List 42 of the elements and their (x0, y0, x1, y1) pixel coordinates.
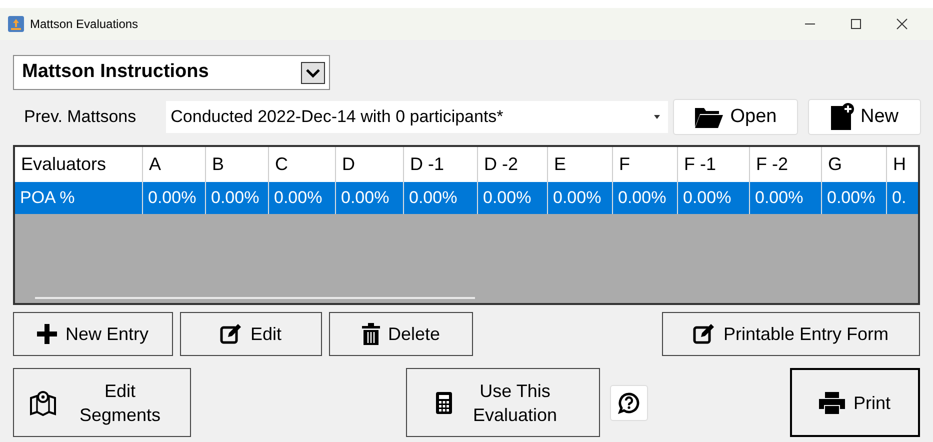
table-cell: 0.00% (822, 182, 887, 214)
table-cell: 0.00% (613, 182, 678, 214)
table-cell: 0.00% (143, 182, 206, 214)
print-button[interactable]: Print (790, 368, 920, 437)
new-entry-button[interactable]: New Entry (13, 312, 173, 356)
new-button[interactable]: New (808, 99, 921, 135)
edit-icon (220, 324, 242, 344)
maximize-icon[interactable] (850, 18, 862, 30)
table-cell: 0.00% (206, 182, 269, 214)
table-row[interactable]: POA % 0.00% 0.00% 0.00% 0.00% 0.00% 0.00% 0.00% 0.00% 0.00% 0.00% 0.00% 0. (15, 182, 918, 214)
dropdown-arrow-icon (654, 115, 660, 119)
open-button[interactable]: Open (673, 99, 798, 135)
table-cell: 0.00% (269, 182, 336, 214)
edit-button[interactable]: Edit (180, 312, 322, 356)
plus-icon (37, 324, 58, 344)
instructions-dropdown[interactable]: Mattson Instructions (13, 55, 330, 90)
prev-mattsons-combo[interactable]: Conducted 2022-Dec-14 with 0 participants* (166, 101, 668, 133)
new-document-icon (830, 103, 854, 131)
calculator-icon (436, 392, 452, 414)
edit-segments-button[interactable]: Edit Segments (13, 368, 191, 437)
use-evaluation-button[interactable]: Use This Evaluation (406, 368, 600, 437)
prev-mattsons-label: Prev. Mattsons (24, 106, 138, 128)
table-cell: 0.00% (548, 182, 613, 214)
table-cell: 0.00% (404, 182, 478, 214)
table-cell: 0.00% (750, 182, 822, 214)
folder-icon (694, 105, 724, 129)
table-cell: 0.00% (478, 182, 548, 214)
app-icon (8, 16, 24, 32)
help-button[interactable] (610, 384, 648, 420)
table-cell: 0. (887, 182, 918, 214)
help-icon (618, 392, 640, 414)
map-icon (29, 390, 57, 416)
printer-icon (819, 392, 846, 414)
edit-icon (693, 324, 716, 344)
delete-button[interactable]: Delete (329, 312, 473, 356)
table-cell: 0.00% (678, 182, 750, 214)
printable-form-button[interactable]: Printable Entry Form (662, 312, 920, 356)
table-cell: POA % (15, 182, 143, 214)
window-title: Mattson Evaluations (30, 16, 138, 33)
trash-icon (362, 323, 380, 345)
close-icon[interactable] (896, 18, 908, 30)
table-cell: 0.00% (336, 182, 404, 214)
